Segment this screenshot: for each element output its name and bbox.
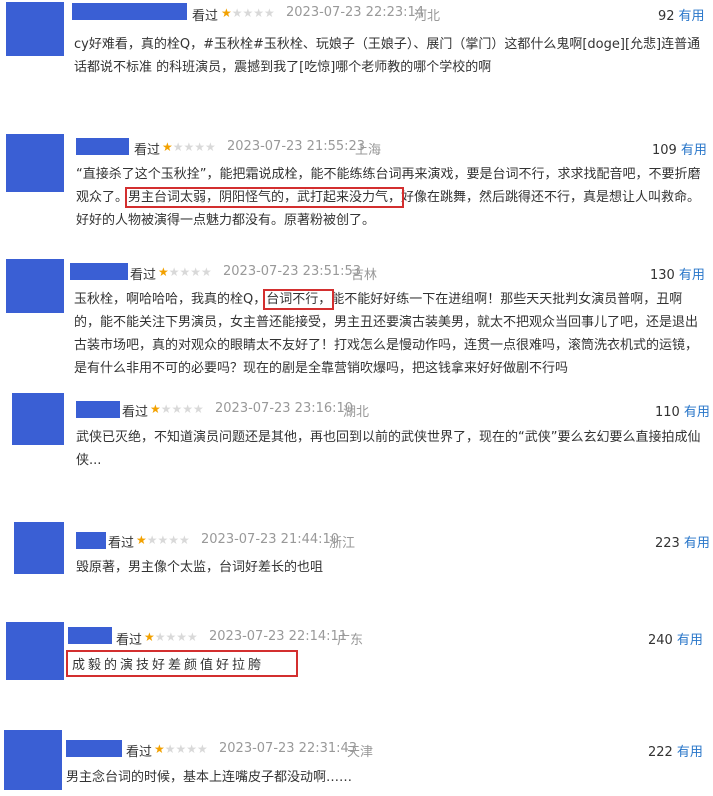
avatar[interactable] — [12, 393, 64, 445]
watched-label: 看过 — [116, 633, 143, 648]
rating-stars: ★★★★★ — [162, 140, 216, 154]
review-location: 河北 — [414, 9, 441, 24]
highlighted-review-text: 成毅的演技好差颜值好拉胯 — [66, 650, 298, 677]
useful-votes[interactable]: 222 有用 — [648, 741, 703, 760]
review-text: cy好难看，真的栓Q，#玉秋栓#玉秋栓、玩娘子（王娘子）、展门（掌门）这都什么鬼… — [74, 37, 701, 75]
review-location: 广东 — [337, 633, 364, 648]
vote-count: 109 — [652, 143, 677, 158]
useful-votes[interactable]: 223 有用 — [655, 532, 710, 551]
review-card: 看过 ★★★★★ 2023-07-23 21:55:23 上海 109 有用 “直… — [0, 134, 713, 249]
username-redacted[interactable] — [70, 263, 128, 280]
review-card: 看过 ★★★★★ 2023-07-23 22:23:14 河北 92 有用 cy好… — [0, 0, 713, 120]
review-card: 看过 ★★★★★ 2023-07-23 21:44:10 浙江 223 有用 毁原… — [0, 522, 713, 612]
review-time: 2023-07-23 22:14:11 — [209, 629, 348, 644]
rating-stars: ★★★★★ — [136, 533, 190, 547]
useful-votes[interactable]: 92 有用 — [658, 5, 705, 24]
review-text: 武侠已灭绝，不知道演员问题还是其他，再也回到以前的武侠世界了，现在的“武侠”要么… — [76, 430, 701, 468]
useful-link[interactable]: 有用 — [679, 9, 705, 24]
watched-label: 看过 — [126, 745, 153, 760]
rating-stars: ★★★★★ — [150, 402, 204, 416]
username-redacted[interactable] — [76, 532, 106, 549]
vote-count: 222 — [648, 745, 673, 760]
username-redacted[interactable] — [72, 3, 187, 20]
vote-count: 92 — [658, 9, 675, 24]
review-text: 毁原著，男主像个太监，台词好差长的也咀 — [76, 560, 324, 575]
useful-votes[interactable]: 110 有用 — [655, 401, 710, 420]
highlighted-text: 台词不行， — [263, 289, 335, 310]
review-location: 浙江 — [329, 536, 356, 551]
review-text: “直接杀了这个玉秋拴”，能把霜说成栓，能不能练练台词再来演戏，要是台词不行，求求… — [76, 163, 706, 232]
review-time: 2023-07-23 22:31:43 — [219, 741, 358, 756]
review-text: 男主念台词的时候，基本上连嘴皮子都没动啊…… — [66, 770, 353, 785]
avatar[interactable] — [6, 622, 64, 680]
review-location: 天津 — [347, 745, 374, 760]
useful-link[interactable]: 有用 — [677, 633, 703, 648]
rating-stars: ★★★★★ — [221, 6, 275, 20]
review-location: 湖北 — [343, 405, 370, 420]
useful-votes[interactable]: 130 有用 — [650, 264, 705, 283]
watched-label: 看过 — [134, 143, 161, 158]
review-card: 看过 ★★★★★ 2023-07-23 22:31:43 天津 222 有用 男主… — [0, 730, 713, 796]
avatar[interactable] — [14, 522, 64, 574]
rating-stars: ★★★★★ — [154, 742, 208, 756]
username-redacted[interactable] — [76, 138, 129, 155]
useful-link[interactable]: 有用 — [679, 268, 705, 283]
useful-votes[interactable]: 240 有用 — [648, 629, 703, 648]
useful-link[interactable]: 有用 — [677, 745, 703, 760]
review-time: 2023-07-23 23:16:10 — [215, 401, 354, 416]
useful-link[interactable]: 有用 — [681, 143, 707, 158]
watched-label: 看过 — [192, 9, 219, 24]
review-text: 玉秋栓，啊哈哈哈，我真的栓Q，台词不行，能不能好好练一下在进组啊！那些天天批判女… — [74, 288, 706, 380]
useful-votes[interactable]: 109 有用 — [652, 139, 707, 158]
username-redacted[interactable] — [76, 401, 120, 418]
review-card: 看过 ★★★★★ 2023-07-23 22:14:11 广东 240 有用 成毅… — [0, 622, 713, 722]
review-time: 2023-07-23 22:23:14 — [286, 5, 425, 20]
rating-stars: ★★★★★ — [158, 265, 212, 279]
vote-count: 240 — [648, 633, 673, 648]
review-card: 看过 ★★★★★ 2023-07-23 23:16:10 湖北 110 有用 武侠… — [0, 393, 713, 503]
avatar[interactable] — [6, 2, 64, 56]
avatar[interactable] — [6, 259, 64, 313]
avatar[interactable] — [6, 134, 64, 192]
vote-count: 130 — [650, 268, 675, 283]
vote-count: 223 — [655, 536, 680, 551]
rating-stars: ★★★★★ — [144, 630, 198, 644]
watched-label: 看过 — [122, 405, 149, 420]
review-card: 看过 ★★★★★ 2023-07-23 23:51:53 吉林 130 有用 玉秋… — [0, 259, 713, 384]
review-text-before: 玉秋栓，啊哈哈哈，我真的栓Q， — [74, 292, 267, 307]
highlighted-text: 男主台词太弱，阴阳怪气的，武打起来没力气， — [125, 187, 405, 208]
useful-link[interactable]: 有用 — [684, 405, 710, 420]
watched-label: 看过 — [130, 268, 157, 283]
avatar[interactable] — [4, 730, 62, 790]
review-location: 吉林 — [351, 268, 378, 283]
review-location: 上海 — [355, 143, 382, 158]
review-time: 2023-07-23 23:51:53 — [223, 264, 362, 279]
review-time: 2023-07-23 21:55:23 — [227, 139, 366, 154]
review-time: 2023-07-23 21:44:10 — [201, 532, 340, 547]
username-redacted[interactable] — [66, 740, 122, 757]
useful-link[interactable]: 有用 — [684, 536, 710, 551]
watched-label: 看过 — [108, 536, 135, 551]
username-redacted[interactable] — [68, 627, 112, 644]
vote-count: 110 — [655, 405, 680, 420]
